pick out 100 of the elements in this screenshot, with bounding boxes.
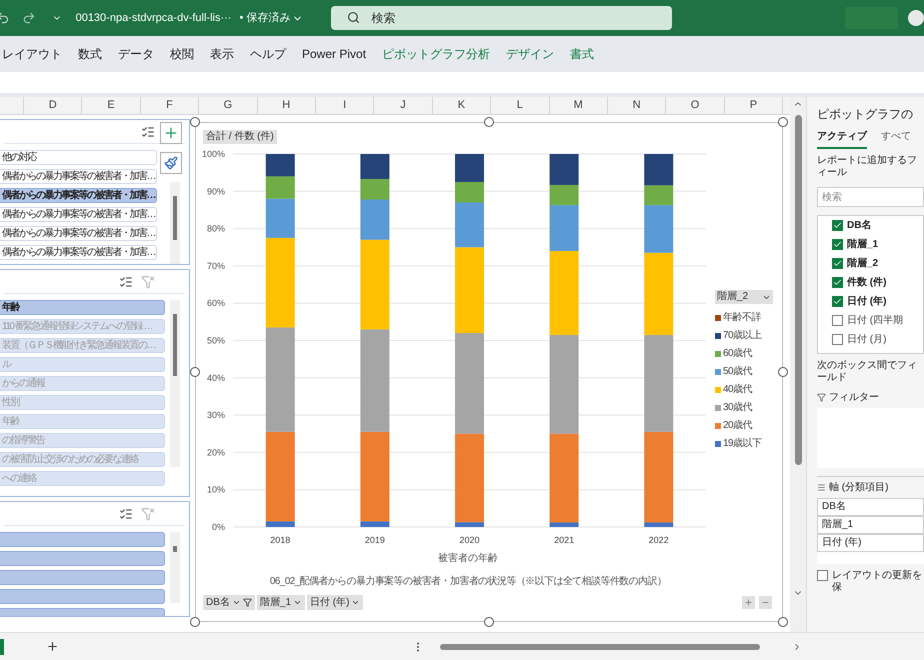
category-label: 2019 xyxy=(364,535,385,545)
legend-label: 年齢不詳 xyxy=(723,310,761,325)
legend-field-button[interactable]: 階層_2 xyxy=(715,290,773,304)
scrollbar-thumb[interactable] xyxy=(440,644,760,650)
column-header[interactable]: G xyxy=(199,97,258,114)
axis-field-item[interactable]: 階層_1 xyxy=(817,516,924,534)
column-header[interactable]: O xyxy=(666,97,725,114)
ribbon-tab[interactable]: Power Pivot xyxy=(302,45,366,63)
search-icon xyxy=(347,11,360,24)
checkbox[interactable] xyxy=(817,570,828,581)
column-header[interactable]: L xyxy=(491,97,550,114)
avatar-icon[interactable] xyxy=(908,10,924,26)
checkbox[interactable] xyxy=(832,334,843,344)
column-header[interactable]: J xyxy=(374,97,433,114)
field-search-field[interactable]: 検索 xyxy=(817,187,924,207)
column-header[interactable]: I xyxy=(316,97,374,114)
resize-handle[interactable] xyxy=(778,367,788,377)
field-name: 日付 (月) xyxy=(847,332,886,346)
resize-handle[interactable] xyxy=(778,617,788,627)
checkbox-label: レイアウトの更新を保 xyxy=(832,570,923,594)
undo-icon[interactable] xyxy=(0,11,10,25)
add-sheet-icon[interactable] xyxy=(46,640,59,653)
slicer-item[interactable]: 他の対応 xyxy=(0,150,157,165)
resize-handle[interactable] xyxy=(190,617,200,627)
multi-select-icon[interactable] xyxy=(119,506,133,520)
filter-icon xyxy=(242,598,252,607)
axis-tick-label: 30% xyxy=(206,410,225,420)
column-header[interactable]: F xyxy=(140,97,200,114)
vertical-scrollbar[interactable] xyxy=(790,97,806,632)
axis-field-item[interactable]: DB名 xyxy=(817,498,924,516)
checkbox[interactable] xyxy=(832,296,843,306)
resize-handle[interactable] xyxy=(190,367,200,377)
slicer-item[interactable]: 偶者からの暴力事案等の被害者・加害… xyxy=(0,226,157,241)
column-header[interactable]: E xyxy=(82,97,141,114)
checkbox[interactable] xyxy=(832,314,843,326)
legend-label: 70歳以上 xyxy=(723,328,762,343)
category-label: 2021 xyxy=(554,535,574,545)
rows-icon xyxy=(817,483,826,492)
slicer-scrollbar[interactable] xyxy=(170,300,180,467)
slicer-item[interactable]: 偶者からの暴力事案等の被害者・加害… xyxy=(0,245,157,260)
field-name: 日付 (年) xyxy=(847,294,886,308)
search-field[interactable]: 検索 xyxy=(331,6,672,30)
pane-tab[interactable]: アクティブ xyxy=(817,129,867,149)
axis-tick-label: 100% xyxy=(202,149,225,159)
redo-icon[interactable] xyxy=(22,11,36,25)
ribbon-tab[interactable]: レイアウト xyxy=(2,45,62,63)
ribbon-tab[interactable]: 書式 xyxy=(570,45,594,63)
axis-tick-label: 0% xyxy=(212,522,225,532)
save-status-button[interactable]: • 保存済み xyxy=(239,10,304,26)
instruction-text: レポートに追加するフィール xyxy=(817,155,918,179)
resize-handle[interactable] xyxy=(484,117,494,127)
ribbon-tab[interactable]: デザイン xyxy=(506,45,554,63)
column-header[interactable]: M xyxy=(550,97,608,114)
axis-field-button[interactable]: DB名 xyxy=(203,595,255,610)
multi-select-icon[interactable] xyxy=(141,124,155,138)
dropdown-icon xyxy=(293,598,302,607)
column-header[interactable]: D xyxy=(24,97,82,114)
ribbon-tab[interactable]: ピボットグラフ分析 xyxy=(382,45,490,63)
column-header[interactable]: H xyxy=(258,97,316,114)
filter-icon xyxy=(817,393,826,402)
scrollbar-thumb[interactable] xyxy=(173,314,177,376)
resize-handle[interactable] xyxy=(190,117,200,127)
field-name: DB名 xyxy=(847,218,872,232)
column-header[interactable]: K xyxy=(432,97,492,114)
checkbox[interactable] xyxy=(832,238,843,250)
brush-icon xyxy=(164,156,178,170)
scrollbar-thumb[interactable] xyxy=(173,196,177,240)
slicer-item[interactable]: 偶者からの暴力事案等の被害者・加害… xyxy=(0,207,157,222)
axis-field-button[interactable]: 階層_1 xyxy=(256,595,306,610)
ribbon-tab[interactable]: データ xyxy=(118,45,154,63)
scrollbar-thumb[interactable] xyxy=(173,546,177,552)
ribbon-tab[interactable]: 表示 xyxy=(210,45,234,63)
resize-handle[interactable] xyxy=(484,617,494,627)
axis-field-item[interactable]: 日付 (年) xyxy=(817,534,924,552)
slicer-item[interactable]: 偶者からの暴力事案等の被害者・加害… xyxy=(0,169,157,184)
column-header[interactable]: N xyxy=(608,97,666,114)
slicer-scrollbar[interactable] xyxy=(170,182,180,264)
checkbox[interactable] xyxy=(832,258,843,268)
column-header[interactable]: P xyxy=(724,97,784,114)
checkbox[interactable] xyxy=(832,220,843,230)
legend-label: 60歳代 xyxy=(723,346,752,361)
ribbon-tab[interactable]: 校閲 xyxy=(170,45,194,63)
legend-label: 19歳以下 xyxy=(723,436,762,451)
active-sheet-tab-edge[interactable] xyxy=(0,638,4,654)
slicer-scrollbar[interactable] xyxy=(170,532,180,604)
value-field-button[interactable]: 合計 / 件数 (件) xyxy=(203,130,277,144)
slicer-item[interactable]: 年齢 xyxy=(0,300,165,315)
chart-style-button[interactable] xyxy=(160,152,182,174)
checkbox[interactable] xyxy=(832,276,843,288)
scrollbar-thumb[interactable] xyxy=(794,115,802,465)
add-chart-element-button[interactable] xyxy=(160,122,182,144)
ribbon-tab[interactable]: 数式 xyxy=(78,45,102,63)
pane-tab[interactable]: すべて xyxy=(881,129,911,149)
resize-handle[interactable] xyxy=(778,117,788,127)
slicer-item[interactable]: 偶者からの暴力事案等の被害者・加害… xyxy=(0,188,157,203)
bar-segment xyxy=(455,154,484,182)
multi-select-icon[interactable] xyxy=(119,274,133,288)
bar-segment xyxy=(266,154,295,176)
axis-field-button[interactable]: 日付 (年) xyxy=(307,595,364,610)
ribbon-tab[interactable]: ヘルプ xyxy=(250,45,286,63)
